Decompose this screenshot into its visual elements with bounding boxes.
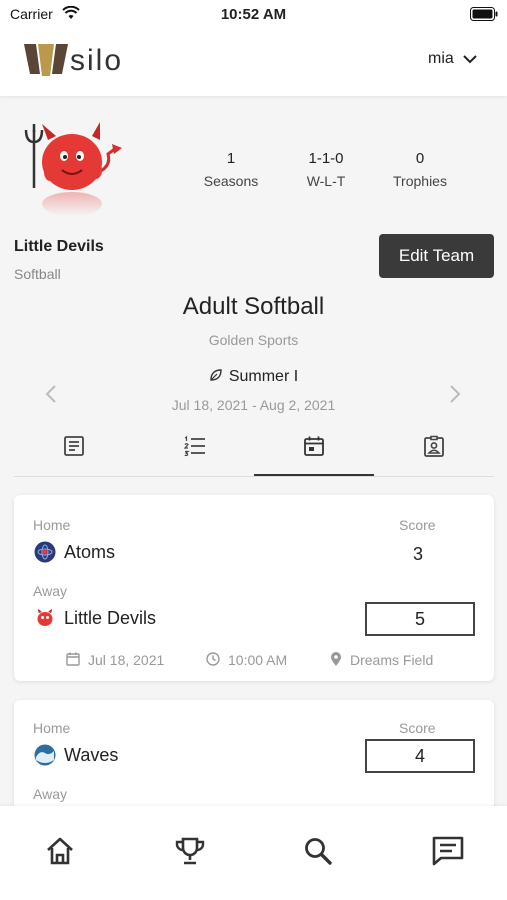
stat-label: Trophies <box>393 173 447 189</box>
logo-text: silo <box>70 44 124 77</box>
tab-roster[interactable] <box>374 426 494 474</box>
stat-seasons: 1 Seasons <box>181 150 281 189</box>
chat-icon[interactable] <box>432 836 464 866</box>
away-label: Away <box>33 583 67 599</box>
team-avatar <box>24 122 122 216</box>
home-team-name: Waves <box>64 745 119 765</box>
tab-schedule[interactable] <box>254 426 374 476</box>
home-icon[interactable] <box>45 836 75 866</box>
news-icon <box>64 436 84 456</box>
app-header: silo mia <box>0 30 507 96</box>
season-dates: Jul 18, 2021 - Aug 2, 2021 <box>171 397 336 413</box>
edit-team-button[interactable]: Edit Team <box>379 234 494 278</box>
calendar-icon <box>66 652 80 666</box>
status-bar: Carrier 10:52 AM <box>0 0 507 30</box>
little-devils-team-logo <box>37 608 53 626</box>
score-label: Score <box>399 517 436 533</box>
atoms-team-logo <box>34 541 56 563</box>
team-name: Little Devils <box>14 238 104 255</box>
home-score-winner: 4 <box>365 739 475 773</box>
away-team-name: Little Devils <box>64 608 157 628</box>
user-menu[interactable]: mia <box>428 50 454 68</box>
home-team-name: Atoms <box>64 542 116 562</box>
chevron-down-icon[interactable] <box>463 54 477 64</box>
score-label: Score <box>399 720 436 736</box>
silo-logo-icon <box>24 44 68 76</box>
league-title: Adult Softball <box>182 293 325 320</box>
clock-icon <box>206 652 220 666</box>
waves-team-logo <box>34 744 56 766</box>
roster-icon <box>424 435 444 457</box>
stat-label: W-L-T <box>306 173 346 189</box>
home-label: Home <box>33 517 71 533</box>
trophy-icon[interactable] <box>174 836 206 866</box>
game-location[interactable]: Dreams Field <box>350 652 433 668</box>
next-season-button[interactable] <box>448 384 462 404</box>
season-selector: Summer I <box>0 368 507 386</box>
game-card[interactable]: Home Score Atoms 3 Away Little Devils 5 … <box>14 495 494 681</box>
stat-value: 1 <box>226 150 236 167</box>
game-time: 10:00 AM <box>228 652 288 668</box>
season-name: Summer I <box>228 368 299 385</box>
schedule-icon <box>304 436 324 456</box>
clock: 10:52 AM <box>220 6 287 23</box>
stat-value: 0 <box>415 150 425 167</box>
stat-label: Seasons <box>203 173 259 189</box>
search-icon[interactable] <box>303 836 333 866</box>
game-date: Jul 18, 2021 <box>88 652 165 668</box>
location-pin-icon <box>331 652 341 666</box>
home-score: 3 <box>412 544 423 564</box>
leaf-icon <box>210 369 222 381</box>
standings-icon <box>183 435 205 457</box>
bottom-navigation <box>0 806 507 900</box>
away-label: Away <box>33 786 67 802</box>
tab-news[interactable] <box>14 426 134 474</box>
team-tabs <box>14 426 494 477</box>
battery-icon <box>470 7 498 21</box>
stat-record: 1-1-0 W-L-T <box>276 150 376 189</box>
stat-value: 1-1-0 <box>308 150 344 167</box>
away-score-winner: 5 <box>365 602 475 636</box>
stat-trophies: 0 Trophies <box>370 150 470 189</box>
league-organizer: Golden Sports <box>208 332 299 348</box>
team-sport: Softball <box>14 266 61 282</box>
tab-standings[interactable] <box>134 426 254 474</box>
home-label: Home <box>33 720 71 736</box>
